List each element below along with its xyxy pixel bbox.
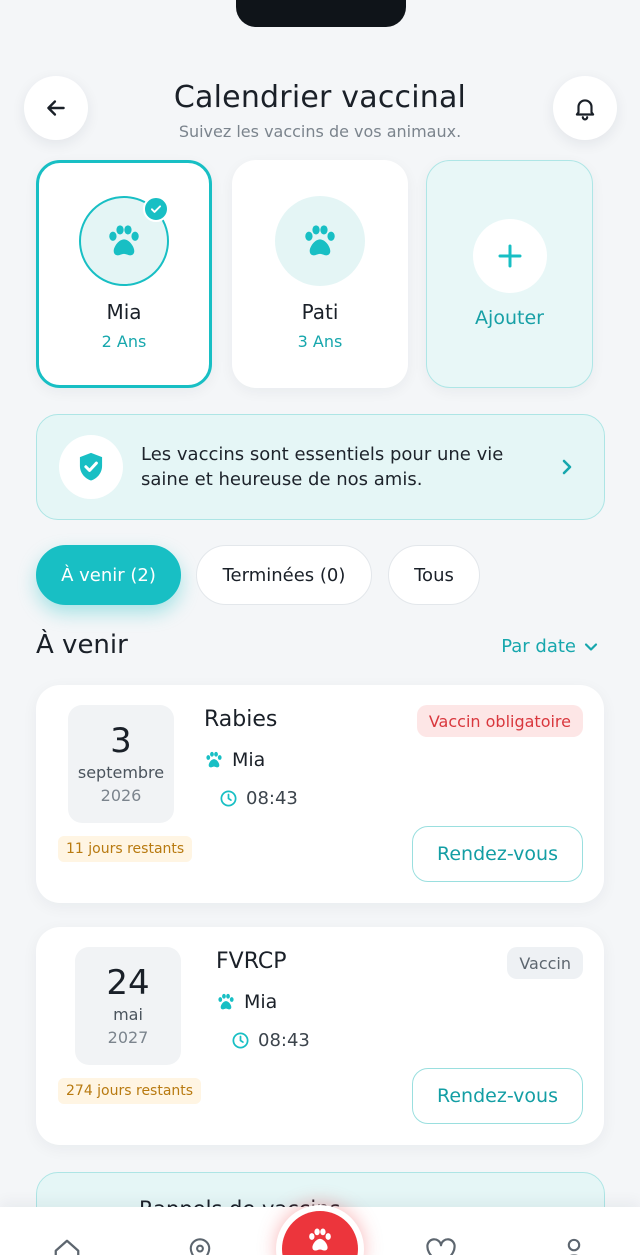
pet-card-mia[interactable]: Mia 2 Ans — [36, 160, 212, 388]
vaccine-pet-name: Mia — [232, 749, 266, 771]
tab-completed[interactable]: Terminées (0) — [196, 545, 372, 605]
days-left-badge: 274 jours restants — [58, 1078, 202, 1104]
date-box: 3 septembre 2026 — [68, 705, 174, 823]
vaccine-time-value: 08:43 — [246, 788, 298, 809]
pet-avatar — [275, 196, 365, 286]
vaccine-time: 08:43 — [231, 1030, 310, 1051]
paw-icon — [309, 1228, 331, 1251]
clock-icon — [220, 790, 237, 807]
pet-name: Mia — [106, 300, 142, 324]
vaccine-pet-name: Mia — [244, 991, 278, 1013]
sort-button[interactable]: Par date — [501, 636, 598, 657]
paw-icon — [206, 751, 222, 768]
date-year: 2026 — [100, 786, 142, 805]
pet-card-pati[interactable]: Pati 3 Ans — [232, 160, 408, 388]
date-day: 24 — [106, 963, 150, 1003]
chevron-down-icon — [584, 642, 598, 651]
selected-check-badge — [143, 196, 169, 222]
device-notch — [236, 0, 406, 27]
date-box: 24 mai 2027 — [75, 947, 181, 1065]
status-badge: Vaccin obligatoire — [416, 705, 583, 737]
fab-inner — [282, 1211, 358, 1255]
vaccine-name: FVRCP — [216, 949, 287, 974]
vaccine-time-value: 08:43 — [258, 1030, 310, 1051]
banner-text: Les vaccins sont essentiels pour une vie… — [141, 444, 504, 490]
add-pet-button[interactable]: Ajouter — [426, 160, 593, 388]
vaccine-pet: Mia — [204, 749, 265, 771]
vaccine-card[interactable]: 3 septembre 2026 11 jours restants Rabie… — [36, 685, 604, 903]
page-title: Calendrier vaccinal — [173, 80, 467, 115]
check-icon — [150, 205, 162, 213]
pet-age: 3 Ans — [297, 332, 343, 351]
paw-icon — [305, 225, 335, 256]
user-icon[interactable] — [562, 1237, 586, 1255]
pet-age: 2 Ans — [101, 332, 147, 351]
home-icon[interactable] — [52, 1237, 82, 1255]
vaccine-pet: Mia — [216, 991, 277, 1013]
paw-icon — [109, 225, 139, 256]
add-circle — [472, 219, 547, 293]
shield-badge — [59, 435, 123, 499]
clock-icon — [232, 1032, 249, 1049]
shield-check-icon — [79, 452, 103, 481]
bell-icon — [575, 99, 595, 121]
pet-name: Pati — [301, 300, 339, 324]
vaccine-time: 08:43 — [219, 788, 298, 809]
section-title: À venir — [36, 630, 128, 660]
date-year: 2027 — [107, 1028, 149, 1047]
appointment-button[interactable]: Rendez-vous — [412, 826, 583, 882]
date-month: mai — [113, 1005, 143, 1024]
sort-label: Par date — [501, 636, 576, 657]
tab-all[interactable]: Tous — [388, 545, 480, 605]
location-pin-icon[interactable] — [187, 1237, 213, 1255]
paw-icon — [218, 993, 234, 1010]
page-subtitle: Suivez les vaccins de vos animaux. — [178, 122, 462, 141]
pet-avatar — [79, 196, 169, 286]
appointment-button[interactable]: Rendez-vous — [412, 1068, 583, 1124]
status-badge: Vaccin — [507, 947, 583, 979]
chevron-right-icon — [562, 459, 572, 475]
plus-icon — [498, 244, 521, 268]
date-day: 3 — [110, 721, 132, 761]
days-left-badge: 11 jours restants — [58, 836, 193, 862]
vaccine-card[interactable]: 24 mai 2027 274 jours restants FVRCP Vac… — [36, 927, 604, 1145]
tab-upcoming[interactable]: À venir (2) — [36, 545, 181, 605]
vaccine-name: Rabies — [204, 707, 278, 732]
notifications-button[interactable] — [553, 76, 617, 140]
date-month: septembre — [77, 763, 165, 782]
add-pet-label: Ajouter — [475, 307, 544, 329]
heart-icon[interactable] — [425, 1237, 457, 1255]
vaccine-info-banner[interactable]: Les vaccins sont essentiels pour une vie… — [36, 414, 605, 520]
